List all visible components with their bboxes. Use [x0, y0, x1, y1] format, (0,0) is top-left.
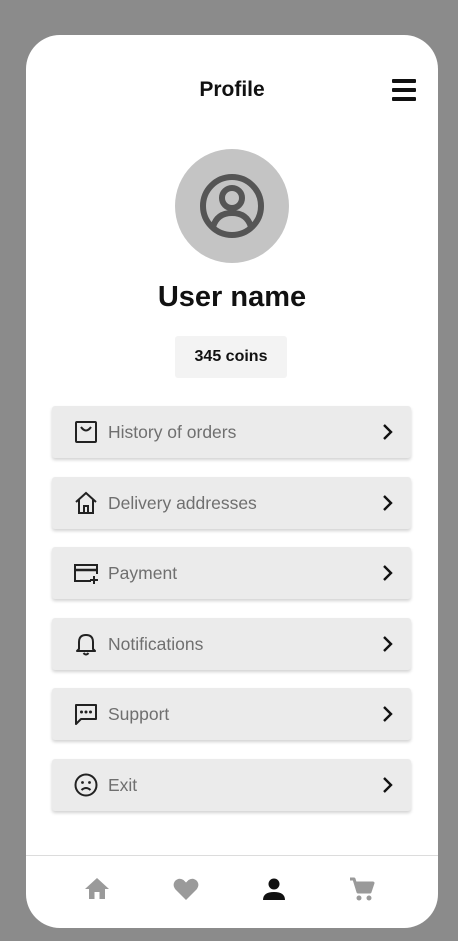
sad-face-icon: [74, 773, 98, 796]
menu-item-delivery-addresses[interactable]: Delivery addresses: [52, 476, 411, 529]
shopping-bag-icon: [75, 421, 97, 443]
menu-item-label: Exit: [108, 774, 138, 795]
profile-menu: History of orders Delivery addresses Pay…: [52, 406, 411, 829]
menu-item-payment[interactable]: Payment: [52, 547, 411, 599]
menu-item-label: Support: [108, 704, 170, 724]
profile-screen: Profile User name 345 coins History of o…: [26, 35, 438, 928]
chevron-right-icon: [383, 635, 393, 652]
home-icon[interactable]: [82, 874, 112, 904]
avatar: [175, 149, 289, 263]
account-circle-icon: [200, 174, 264, 238]
chevron-right-icon: [383, 424, 393, 440]
chevron-right-icon: [383, 565, 393, 581]
chat-bubble-icon: [75, 704, 97, 725]
heart-icon[interactable]: [171, 874, 201, 904]
menu-item-exit[interactable]: Exit: [52, 758, 411, 811]
page-title: Profile: [199, 78, 265, 101]
coins-badge: 345 coins: [175, 336, 287, 378]
menu-item-history-of-orders[interactable]: History of orders: [52, 406, 411, 458]
shopping-cart-icon[interactable]: [347, 874, 377, 904]
menu-item-label: Delivery addresses: [108, 492, 257, 513]
credit-card-plus-icon: [74, 564, 98, 584]
chevron-right-icon: [383, 776, 393, 793]
chevron-right-icon: [383, 706, 393, 722]
home-outline-icon: [75, 491, 97, 514]
menu-item-label: History of orders: [108, 422, 237, 442]
bell-icon: [76, 633, 96, 655]
username: User name: [157, 281, 307, 313]
person-icon[interactable]: [259, 874, 289, 904]
menu-item-label: Notifications: [108, 633, 204, 654]
menu-item-label: Payment: [108, 563, 178, 583]
menu-item-support[interactable]: Support: [52, 688, 411, 740]
menu-item-notifications[interactable]: Notifications: [52, 617, 411, 670]
hamburger-menu-icon[interactable]: [392, 79, 416, 101]
chevron-right-icon: [383, 494, 393, 511]
bottom-navigation: [26, 855, 438, 928]
